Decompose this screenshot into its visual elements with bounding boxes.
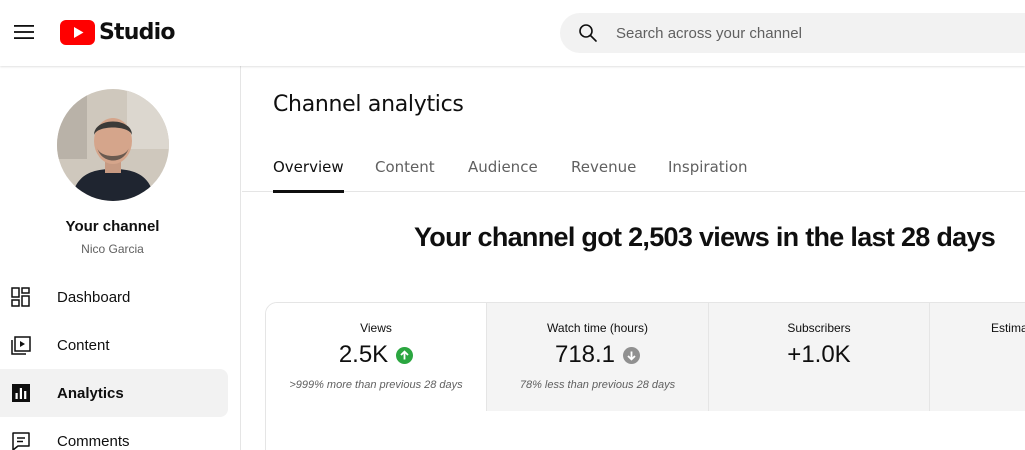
sidebar-item-analytics[interactable]: Analytics	[0, 369, 228, 417]
content-icon	[10, 334, 32, 356]
sidebar: Your channel Nico Garcia Dashboard Conte…	[0, 66, 241, 450]
metric-value: 718.1	[554, 341, 616, 368]
tab-audience[interactable]: Audience	[468, 142, 538, 192]
comments-icon	[10, 430, 32, 450]
channel-owner-name: Nico Garcia	[81, 242, 144, 256]
channel-title: Your channel	[65, 218, 160, 235]
page-title: Channel analytics	[273, 92, 464, 117]
metric-label: Watch time (hours)	[547, 321, 648, 335]
trend-down-arrow-icon	[623, 346, 641, 364]
metric-label: Views	[360, 321, 392, 335]
sidebar-item-label: Dashboard	[57, 288, 131, 306]
views-headline: Your channel got 2,503 views in the last…	[414, 222, 996, 252]
metric-views[interactable]: Views 2.5K >999% more than previous 28 d…	[266, 303, 487, 411]
search-input[interactable]	[616, 24, 996, 42]
menu-button[interactable]	[10, 18, 38, 46]
sidebar-item-comments[interactable]: Comments	[0, 417, 228, 450]
metric-comparison: 78% less than previous 28 days	[519, 379, 676, 391]
search-icon	[578, 23, 598, 43]
metrics-card: Views 2.5K >999% more than previous 28 d…	[265, 302, 1025, 450]
sidebar-item-dashboard[interactable]: Dashboard	[0, 273, 228, 321]
analytics-tabs: Overview Content Audience Revenue Inspir…	[242, 142, 1025, 193]
youtube-logo-icon	[60, 19, 95, 45]
logo-text: Studio	[99, 19, 175, 45]
trend-up-arrow-icon	[396, 346, 414, 364]
top-bar: Studio	[0, 0, 1025, 66]
tab-overview[interactable]: Overview	[273, 142, 344, 193]
metric-subscribers[interactable]: Subscribers +1.0K	[709, 303, 930, 411]
search-bar[interactable]	[560, 13, 1025, 53]
metric-label: Estimated revenue	[990, 321, 1025, 335]
metric-comparison: >999% more than previous 28 days	[289, 379, 463, 391]
metric-estimated-revenue[interactable]: Estimated revenue $	[930, 303, 1025, 411]
metric-watch-time[interactable]: Watch time (hours) 718.1 78% less than p…	[487, 303, 709, 411]
tab-revenue[interactable]: Revenue	[571, 142, 636, 192]
sidebar-item-label: Content	[57, 336, 110, 354]
sidebar-item-content[interactable]: Content	[0, 321, 228, 369]
sidebar-item-label: Comments	[57, 432, 130, 450]
metric-value: 2.5K	[338, 341, 389, 368]
studio-logo[interactable]: Studio	[60, 18, 175, 46]
metric-label: Subscribers	[787, 321, 851, 335]
hamburger-menu-icon	[14, 25, 34, 39]
analytics-icon	[10, 382, 32, 404]
tab-content[interactable]: Content	[375, 142, 435, 192]
metric-value: +1.0K	[787, 341, 851, 368]
dashboard-icon	[10, 286, 32, 308]
sidebar-item-label: Analytics	[57, 384, 124, 402]
channel-avatar[interactable]	[57, 89, 169, 201]
tab-inspiration[interactable]: Inspiration	[668, 142, 748, 192]
